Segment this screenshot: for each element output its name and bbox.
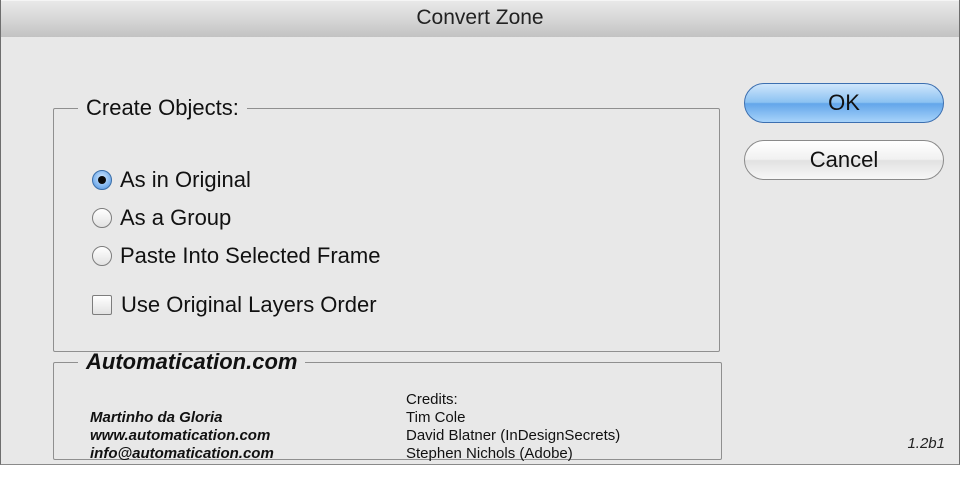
author-info: Martinho da Gloria www.automatication.co… xyxy=(90,409,274,463)
credits-list: Credits: Tim Cole David Blatner (InDesig… xyxy=(406,391,620,463)
radio-label: Paste Into Selected Frame xyxy=(120,243,381,268)
radio-icon[interactable] xyxy=(92,246,112,266)
radio-as-a-group[interactable]: As a Group xyxy=(92,203,231,233)
checkbox-use-original-layers-order[interactable]: Use Original Layers Order xyxy=(92,290,377,320)
credits-title: Automatication.com xyxy=(86,349,298,374)
radio-selected-icon[interactable] xyxy=(92,170,112,190)
radio-as-in-original[interactable]: As in Original xyxy=(92,165,251,195)
credits-group: Automatication.com Martinho da Gloria ww… xyxy=(53,349,722,463)
title-bar[interactable]: Convert Zone xyxy=(1,0,959,38)
dialog-window: Convert Zone Create Objects: As in Origi… xyxy=(0,0,960,465)
credit-name: David Blatner (InDesignSecrets) xyxy=(406,427,621,444)
create-objects-group: Create Objects: As in Original As a Grou… xyxy=(53,95,720,352)
credits-heading: Credits: xyxy=(406,391,458,408)
radio-label: As a Group xyxy=(120,205,232,230)
cancel-button[interactable]: Cancel xyxy=(744,140,944,180)
version-label: 1.2b1 xyxy=(907,435,945,452)
radio-label: As in Original xyxy=(120,167,251,192)
checkbox-icon[interactable] xyxy=(92,295,112,315)
ok-button[interactable]: OK xyxy=(744,83,944,123)
author-website: www.automatication.com xyxy=(90,427,271,444)
credit-name: Tim Cole xyxy=(406,409,466,426)
radio-icon[interactable] xyxy=(92,208,112,228)
author-name: Martinho da Gloria xyxy=(90,409,223,426)
create-objects-label: Create Objects: xyxy=(86,95,239,120)
dialog-content: Create Objects: As in Original As a Grou… xyxy=(1,37,959,464)
radio-paste-into-selected-frame[interactable]: Paste Into Selected Frame xyxy=(92,241,380,271)
checkbox-label: Use Original Layers Order xyxy=(121,292,377,317)
window-title: Convert Zone xyxy=(416,6,544,29)
credit-name: Stephen Nichols (Adobe) xyxy=(406,445,573,462)
author-email: info@automatication.com xyxy=(90,445,274,462)
